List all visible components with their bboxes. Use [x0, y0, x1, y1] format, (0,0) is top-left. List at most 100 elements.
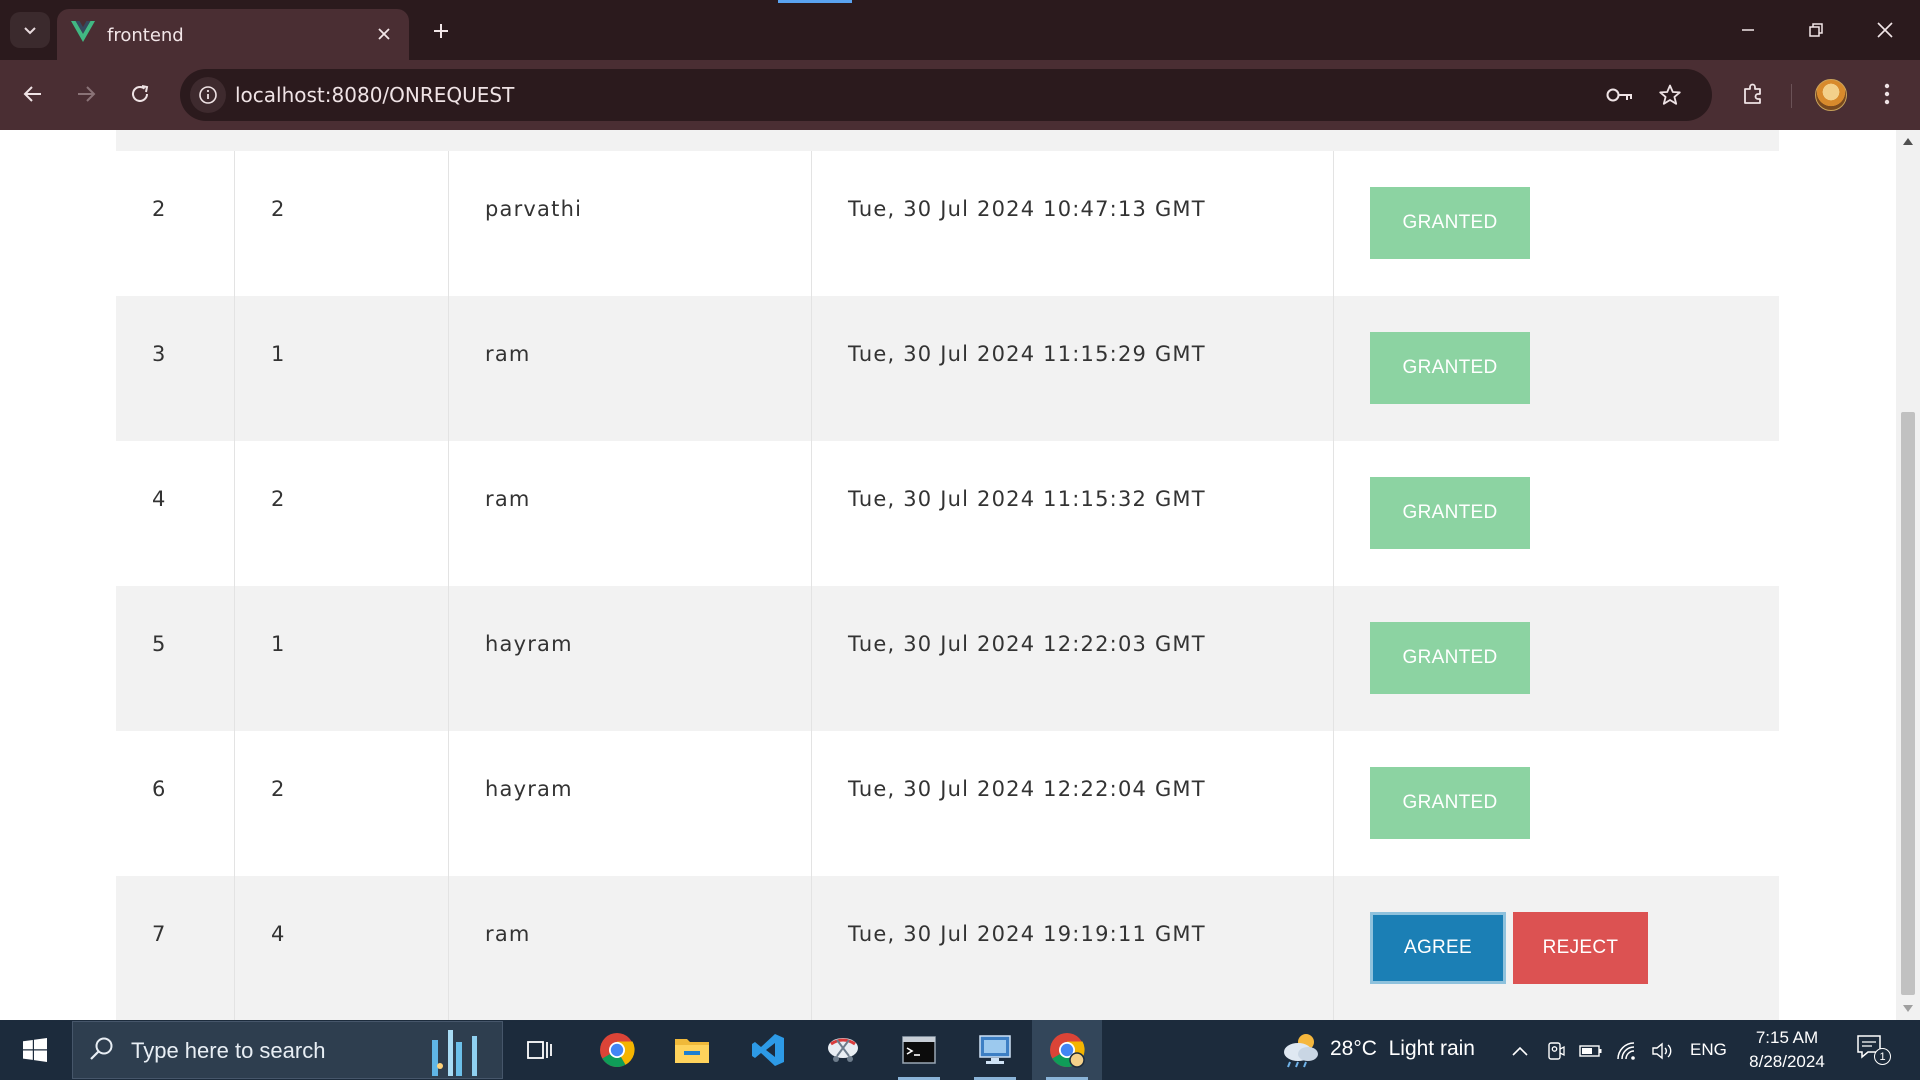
- scroll-up-arrow-icon[interactable]: [1903, 138, 1913, 145]
- task-view-button[interactable]: [505, 1020, 575, 1080]
- clock-date: 8/28/2024: [1749, 1052, 1825, 1071]
- taskbar-chrome-active[interactable]: [1032, 1020, 1102, 1080]
- cell-action: AGREE REJECT: [1334, 876, 1779, 1020]
- notification-center-button[interactable]: 1: [1856, 1034, 1892, 1068]
- plus-icon: [434, 24, 448, 38]
- agree-button[interactable]: AGREE: [1370, 912, 1506, 984]
- info-icon: [199, 86, 217, 104]
- cell-number: 2: [235, 731, 449, 876]
- taskbar-chrome[interactable]: [582, 1020, 652, 1080]
- back-button[interactable]: [13, 74, 53, 114]
- remote-desktop-icon: [979, 1035, 1011, 1064]
- cell-id: 4: [116, 441, 235, 586]
- search-placeholder: Type here to search: [131, 1038, 326, 1063]
- reload-button[interactable]: [120, 74, 160, 114]
- weather-text[interactable]: 28°C Light rain: [1330, 1037, 1475, 1061]
- table-row: [116, 130, 1779, 151]
- restore-icon: [1809, 23, 1823, 37]
- granted-button[interactable]: GRANTED: [1370, 332, 1530, 404]
- cell-id: 3: [116, 296, 235, 441]
- url-text[interactable]: localhost:8080/ONREQUEST: [235, 83, 514, 107]
- table-row: 3 1 ram Tue, 30 Jul 2024 11:15:29 GMT GR…: [116, 296, 1779, 441]
- cell-number: 2: [235, 151, 449, 296]
- taskbar-file-explorer[interactable]: [657, 1020, 727, 1080]
- cell-number: 1: [235, 586, 449, 731]
- tab-frontend[interactable]: frontend: [57, 9, 409, 60]
- wifi-icon[interactable]: [1614, 1038, 1640, 1064]
- browser-toolbar: localhost:8080/ONREQUEST: [0, 60, 1920, 130]
- weather-cloud-rain-icon[interactable]: [1278, 1030, 1322, 1074]
- taskbar-remote-desktop[interactable]: [960, 1020, 1030, 1080]
- scrollbar-thumb[interactable]: [1901, 412, 1915, 995]
- clock-time: 7:15 AM: [1755, 1028, 1819, 1047]
- cell-timestamp: Tue, 30 Jul 2024 19:19:11 GMT: [812, 876, 1334, 1020]
- granted-button[interactable]: GRANTED: [1370, 477, 1530, 549]
- requests-table: 2 2 parvathi Tue, 30 Jul 2024 10:47:13 G…: [116, 130, 1779, 1020]
- clock[interactable]: 7:15 AM 8/28/2024: [1742, 1026, 1832, 1074]
- browser-menu-button[interactable]: [1867, 74, 1907, 114]
- page-scrollbar[interactable]: [1896, 130, 1920, 1020]
- password-key-icon[interactable]: [1604, 79, 1636, 111]
- volume-icon[interactable]: [1650, 1038, 1676, 1064]
- cell-action: GRANTED: [1334, 731, 1779, 876]
- chrome-profile-icon: [1050, 1033, 1085, 1068]
- taskbar-terminal[interactable]: [884, 1020, 954, 1080]
- windows-taskbar: Type here to search 28°C Light rain ENG …: [0, 1020, 1920, 1080]
- arrow-right-icon: [78, 86, 96, 102]
- weather-condition: Light rain: [1388, 1037, 1475, 1060]
- address-bar[interactable]: localhost:8080/ONREQUEST: [180, 69, 1712, 121]
- close-icon: [1877, 22, 1893, 38]
- new-tab-button[interactable]: [424, 14, 458, 48]
- granted-button[interactable]: GRANTED: [1370, 622, 1530, 694]
- search-highlight-skyline-icon: [426, 1026, 492, 1080]
- granted-button[interactable]: GRANTED: [1370, 767, 1530, 839]
- minimize-icon: [1742, 29, 1754, 31]
- cell-number: 1: [235, 296, 449, 441]
- terminal-icon: [902, 1036, 936, 1064]
- meet-now-icon[interactable]: [1543, 1038, 1569, 1064]
- bookmark-star-icon[interactable]: [1654, 79, 1686, 111]
- battery-icon[interactable]: [1578, 1038, 1604, 1064]
- cell-user: parvathi: [449, 151, 812, 296]
- taskbar-search-box[interactable]: Type here to search: [72, 1021, 503, 1079]
- folder-icon: [675, 1039, 709, 1063]
- tab-strip: frontend: [0, 0, 1920, 60]
- close-window-button[interactable]: [1863, 8, 1907, 52]
- close-tab-icon[interactable]: [371, 21, 397, 47]
- table-row: 4 2 ram Tue, 30 Jul 2024 11:15:32 GMT GR…: [116, 441, 1779, 586]
- cell-id: 5: [116, 586, 235, 731]
- extensions-button[interactable]: [1733, 74, 1773, 114]
- snipping-tool-icon: [828, 1038, 858, 1062]
- restore-button[interactable]: [1794, 8, 1838, 52]
- scroll-down-arrow-icon[interactable]: [1903, 1005, 1913, 1012]
- task-view-icon: [527, 1041, 552, 1059]
- table-row: 5 1 hayram Tue, 30 Jul 2024 12:22:03 GMT…: [116, 586, 1779, 731]
- taskbar-vscode[interactable]: [733, 1020, 803, 1080]
- site-info-button[interactable]: [190, 77, 226, 113]
- cell-action: GRANTED: [1334, 441, 1779, 586]
- tab-search-button[interactable]: [10, 12, 50, 48]
- arrow-left-icon: [23, 86, 41, 102]
- reject-button[interactable]: REJECT: [1513, 912, 1648, 984]
- forward-button[interactable]: [66, 74, 106, 114]
- puzzle-icon: [1744, 83, 1761, 104]
- cell-timestamp: Tue, 30 Jul 2024 11:15:29 GMT: [812, 296, 1334, 441]
- chevron-up-icon[interactable]: [1507, 1038, 1533, 1064]
- cell-number: 2: [235, 441, 449, 586]
- taskbar-snipping-tool[interactable]: [808, 1020, 878, 1080]
- cell-user: ram: [449, 441, 812, 586]
- profile-avatar[interactable]: [1815, 79, 1847, 111]
- cell-action: GRANTED: [1334, 296, 1779, 441]
- cell-timestamp: Tue, 30 Jul 2024 12:22:04 GMT: [812, 731, 1334, 876]
- start-button[interactable]: [0, 1020, 70, 1080]
- chrome-icon: [600, 1033, 635, 1067]
- table-row: 6 2 hayram Tue, 30 Jul 2024 12:22:04 GMT…: [116, 731, 1779, 876]
- granted-button[interactable]: GRANTED: [1370, 187, 1530, 259]
- cell-user: ram: [449, 296, 812, 441]
- cell-id: 2: [116, 151, 235, 296]
- tab-title: frontend: [107, 25, 184, 46]
- language-indicator[interactable]: ENG: [1690, 1040, 1727, 1060]
- page-viewport: 2 2 parvathi Tue, 30 Jul 2024 10:47:13 G…: [0, 130, 1920, 1020]
- cell-timestamp: Tue, 30 Jul 2024 10:47:13 GMT: [812, 151, 1334, 296]
- minimize-button[interactable]: [1726, 8, 1770, 52]
